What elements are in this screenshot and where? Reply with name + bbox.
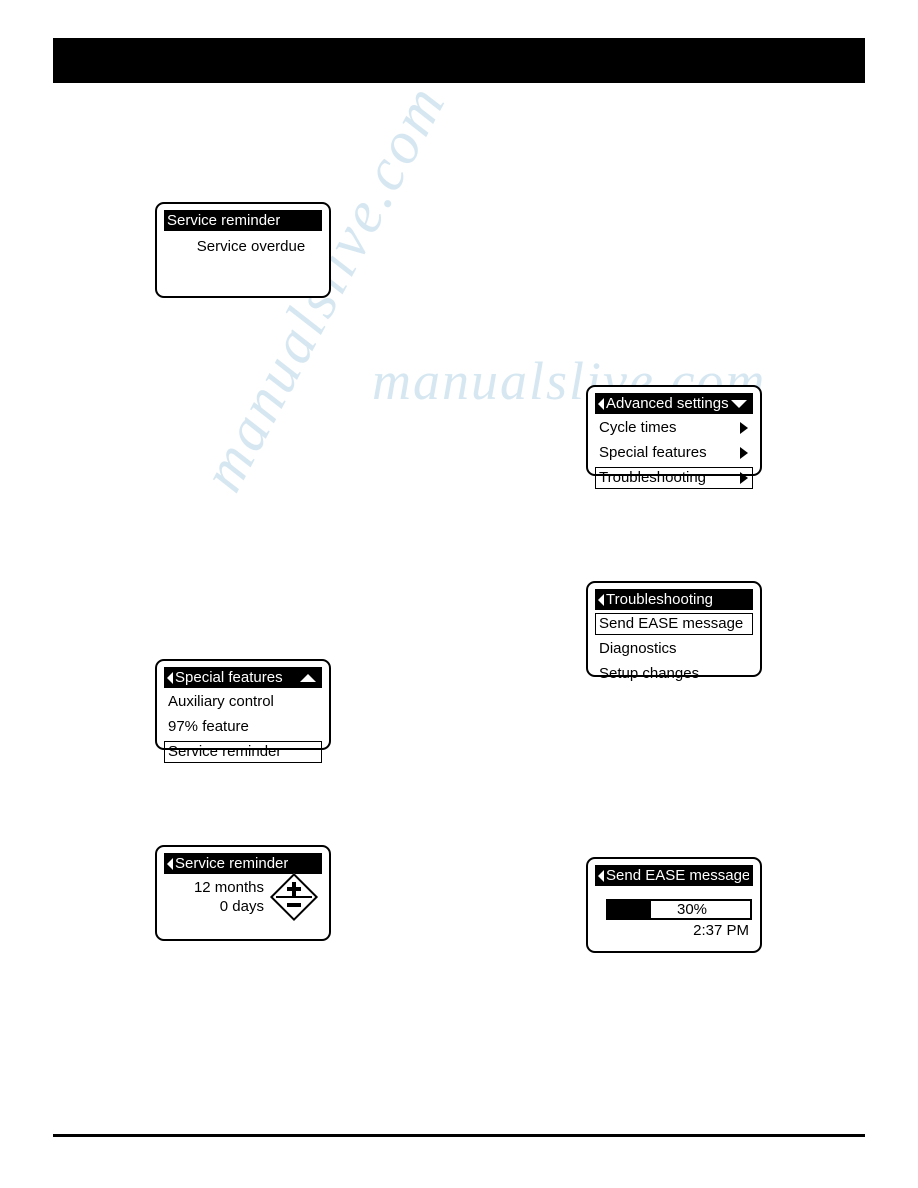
screen-title: Service reminder [175, 855, 289, 872]
screen-title: Advanced settings [606, 395, 729, 412]
back-arrow-icon[interactable] [598, 397, 604, 410]
menu-item-send-ease-message[interactable]: Send EASE message [595, 613, 753, 635]
page-footer-rule [53, 1134, 865, 1137]
screen-title: Send EASE message [606, 867, 749, 884]
back-arrow-icon[interactable] [167, 671, 173, 684]
scroll-up-icon[interactable] [300, 673, 316, 682]
menu-item-label: Diagnostics [599, 640, 677, 657]
screen-advanced-settings: Advanced settings Cycle times Special fe… [586, 385, 762, 489]
screen-title: Service reminder [167, 212, 281, 229]
stepper-divider [276, 896, 312, 898]
screen-title-bar: Advanced settings [595, 393, 753, 414]
screen-service-reminder-value: Service reminder 12 months 0 days [155, 845, 331, 941]
service-interval-days: 0 days [219, 898, 264, 915]
screen-body: Auxiliary control 97% feature Service re… [164, 691, 322, 763]
menu-item-setup-changes[interactable]: Setup changes [595, 663, 753, 685]
service-interval-row: 12 months 0 days [164, 872, 322, 922]
status-message: Service overdue [196, 238, 306, 255]
chevron-right-icon [740, 472, 748, 484]
menu-item-diagnostics[interactable]: Diagnostics [595, 638, 753, 660]
menu-item-special-features[interactable]: Special features [595, 442, 753, 464]
menu-item-label: Cycle times [599, 419, 677, 436]
chevron-right-icon [740, 422, 748, 434]
screen-body: 30% 2:37 PM [595, 886, 753, 945]
menu-item-label: Troubleshooting [599, 469, 707, 486]
screen-title-bar: Send EASE message [595, 865, 753, 886]
screen-body: Cycle times Special features Troubleshoo… [595, 417, 753, 489]
menu-item-label: 97% feature [168, 718, 249, 735]
progress-bar: 30% [606, 899, 752, 920]
screen-title: Special features [175, 669, 283, 686]
screen-special-features: Special features Auxiliary control 97% f… [155, 659, 331, 763]
progress-percent-label: 30% [676, 901, 708, 918]
screen-body: Service overdue [164, 231, 322, 290]
scroll-down-icon[interactable] [731, 399, 747, 408]
chevron-right-icon [740, 447, 748, 459]
menu-item-97-percent-feature[interactable]: 97% feature [164, 716, 322, 738]
page-header-bar [53, 38, 865, 83]
menu-item-label: Setup changes [599, 665, 700, 682]
menu-item-label: Special features [599, 444, 707, 461]
screen-title: Troubleshooting [606, 591, 714, 608]
screen-troubleshooting: Troubleshooting Send EASE message Diagno… [586, 581, 762, 682]
screen-title-bar: Service reminder [164, 210, 322, 231]
watermark-overlay: manualslive.com manualslive.com [0, 0, 918, 1188]
screen-send-ease-message: Send EASE message 30% 2:37 PM [586, 857, 762, 953]
menu-item-auxiliary-control[interactable]: Auxiliary control [164, 691, 322, 713]
menu-item-label: Send EASE message [599, 615, 744, 632]
service-interval-value: 12 months 0 days [194, 878, 264, 916]
screen-service-reminder-overdue: Service reminder Service overdue [155, 202, 331, 298]
minus-icon[interactable] [287, 903, 301, 907]
menu-item-cycle-times[interactable]: Cycle times [595, 417, 753, 439]
screen-title-bar: Special features [164, 667, 322, 688]
menu-item-service-reminder[interactable]: Service reminder [164, 741, 322, 763]
service-interval-months: 12 months [193, 879, 264, 896]
back-arrow-icon[interactable] [598, 593, 604, 606]
menu-item-label: Auxiliary control [168, 693, 274, 710]
menu-item-label: Service reminder [168, 743, 282, 760]
plus-minus-stepper[interactable] [269, 872, 319, 922]
screen-body: 12 months 0 days [164, 872, 322, 933]
screen-title-bar: Service reminder [164, 853, 322, 874]
back-arrow-icon[interactable] [167, 857, 173, 870]
plus-icon-vertical[interactable] [292, 882, 296, 896]
back-arrow-icon[interactable] [598, 869, 604, 882]
menu-item-troubleshooting[interactable]: Troubleshooting [595, 467, 753, 489]
screen-title-bar: Troubleshooting [595, 589, 753, 610]
screen-body: Send EASE message Diagnostics Setup chan… [595, 613, 753, 682]
clock-label: 2:37 PM [693, 922, 749, 939]
